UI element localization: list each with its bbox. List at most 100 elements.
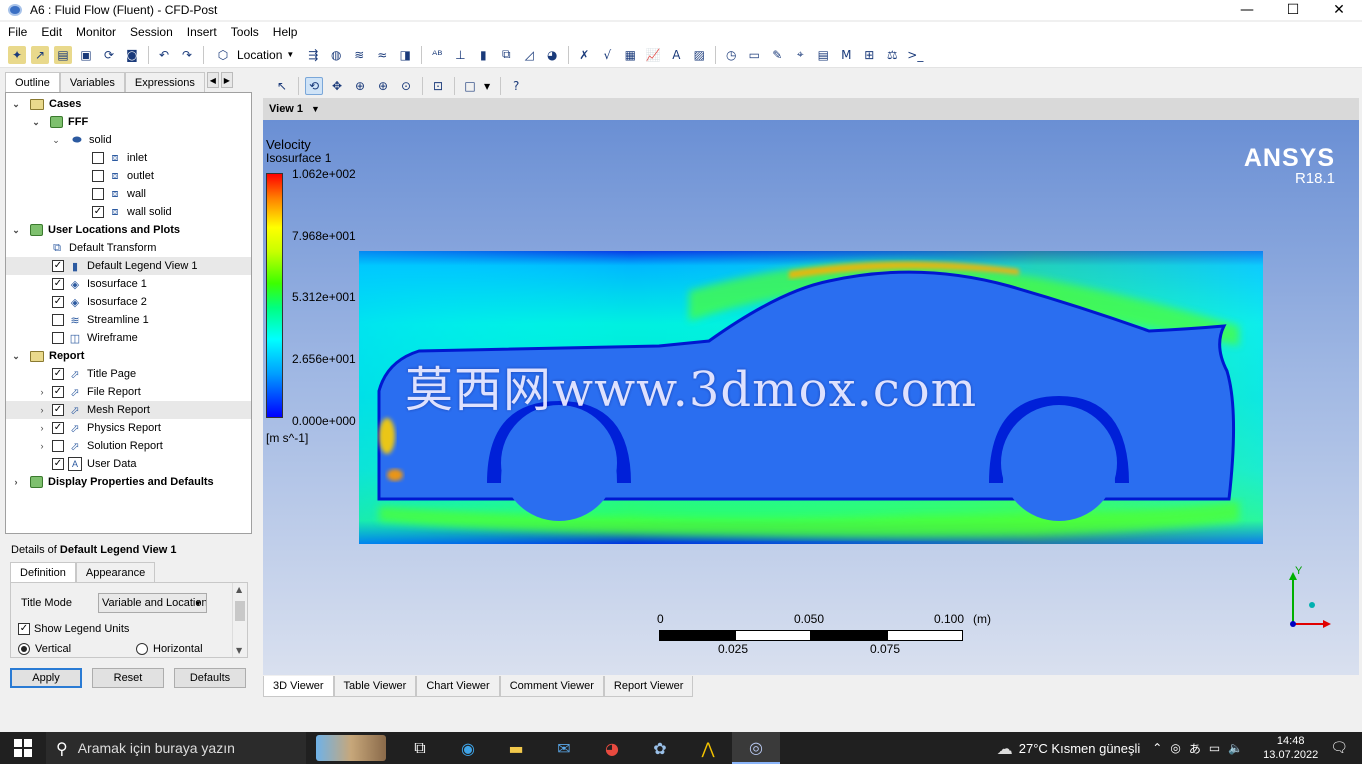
figure-icon[interactable]: ▨ [690, 46, 708, 64]
apply-button[interactable]: Apply [10, 668, 82, 688]
legend-icon[interactable]: ▮ [474, 46, 492, 64]
macro-calculator-icon[interactable]: M [837, 46, 855, 64]
chevron-right-icon[interactable]: › [10, 477, 22, 487]
screenshot-icon[interactable]: ◙ [123, 46, 141, 64]
visibility-checkbox-checked[interactable]: ✓ [52, 404, 64, 416]
redo-icon[interactable]: ↷ [178, 46, 196, 64]
animation-icon[interactable]: ▭ [745, 46, 763, 64]
search-highlight-image[interactable] [306, 732, 396, 764]
tree-item-isosurface-1[interactable]: ✓ ◈ Isosurface 1 [52, 275, 147, 293]
tab-expressions[interactable]: Expressions [124, 72, 205, 92]
tree-item-display-properties[interactable]: › Display Properties and Defaults [10, 473, 214, 491]
location-dropdown[interactable]: ⬡ Location ▼ [210, 45, 298, 65]
tab-scroll-left-icon[interactable]: ◀ [206, 72, 219, 88]
streamline-icon[interactable]: ≋ [350, 46, 368, 64]
particle-track-icon[interactable]: ≈ [373, 46, 391, 64]
load-state-icon[interactable]: ↗ [31, 45, 49, 64]
undo-icon[interactable]: ↶ [155, 46, 173, 64]
probe-icon[interactable]: ⌖ [791, 46, 809, 64]
tree-item-isosurface-2[interactable]: ✓ ◈ Isosurface 2 [52, 293, 147, 311]
task-view-icon[interactable]: ⧉ [396, 732, 444, 764]
load-results-icon[interactable]: ▤ [54, 45, 72, 64]
tab-comment-viewer[interactable]: Comment Viewer [499, 676, 604, 697]
chevron-right-icon[interactable]: › [32, 405, 52, 415]
cfd-post-taskbar-icon[interactable]: ◎ [732, 732, 780, 764]
menu-edit[interactable]: Edit [41, 25, 62, 39]
tree-item-user-data[interactable]: ✓ A User Data [52, 455, 137, 473]
visibility-checkbox-checked[interactable]: ✓ [52, 278, 64, 290]
view-selector[interactable]: View 1 ▼ [263, 98, 1359, 120]
tab-report-viewer[interactable]: Report Viewer [603, 676, 694, 697]
minimize-button[interactable]: — [1224, 0, 1270, 20]
tab-3d-viewer[interactable]: 3D Viewer [263, 676, 334, 697]
tree-item-user-locations[interactable]: ⌄ User Locations and Plots [10, 221, 180, 239]
help-icon[interactable]: ? [507, 77, 525, 95]
variable-icon[interactable]: ✗ [575, 46, 593, 64]
tree-item-wireframe[interactable]: ◫ Wireframe [52, 329, 138, 347]
clock[interactable]: 14:48 13.07.2022 [1263, 734, 1318, 762]
tree-item-solution-report[interactable]: › ⬀ Solution Report [32, 437, 163, 455]
select-icon[interactable]: ↖ [273, 77, 291, 95]
tree-item-outlet[interactable]: ⧈ outlet [92, 167, 154, 185]
function-calculator-icon[interactable]: ▤ [814, 46, 832, 64]
command-editor-icon[interactable]: >_ [906, 46, 924, 64]
visibility-checkbox-checked[interactable]: ✓ [92, 206, 104, 218]
expand-icon[interactable]: ⌄ [10, 99, 22, 110]
expand-icon[interactable]: ⌄ [50, 135, 62, 146]
chevron-right-icon[interactable]: › [32, 441, 52, 451]
visibility-checkbox[interactable] [92, 152, 104, 164]
visibility-checkbox-checked[interactable]: ✓ [52, 368, 64, 380]
coordinate-frame-icon[interactable]: ⊥ [451, 46, 469, 64]
tab-definition[interactable]: Definition [10, 562, 76, 582]
scroll-up-icon[interactable]: ▲ [236, 585, 242, 594]
menu-tools[interactable]: Tools [231, 25, 259, 39]
expand-icon[interactable]: ⌄ [10, 225, 22, 236]
new-case-icon[interactable]: ✦ [8, 45, 26, 64]
zoom-fit-icon[interactable]: ⊙ [397, 77, 415, 95]
pan-icon[interactable]: ✥ [328, 77, 346, 95]
tab-table-viewer[interactable]: Table Viewer [333, 676, 417, 697]
menu-file[interactable]: File [8, 25, 27, 39]
chart-icon[interactable]: 📈 [644, 46, 662, 64]
viewport-layout-icon[interactable]: □ [461, 77, 479, 95]
ansys-workbench-icon[interactable]: ⋀ [684, 732, 732, 764]
instance-transform-icon[interactable]: ⧉ [497, 46, 515, 64]
show-legend-units-checkbox[interactable]: ✓ [18, 623, 30, 635]
color-map-icon[interactable]: ◕ [543, 46, 561, 64]
chevron-up-icon[interactable]: ⌃ [1152, 741, 1162, 755]
tree-item-report[interactable]: ⌄ Report [10, 347, 84, 365]
refresh-icon[interactable]: ⟳ [100, 46, 118, 64]
clip-plane-icon[interactable]: ◿ [520, 46, 538, 64]
visibility-checkbox-checked[interactable]: ✓ [52, 296, 64, 308]
visibility-checkbox-checked[interactable]: ✓ [52, 422, 64, 434]
tree-item-file-report[interactable]: › ✓ ⬀ File Report [32, 383, 141, 401]
tab-variables[interactable]: Variables [59, 72, 125, 92]
menu-help[interactable]: Help [273, 25, 298, 39]
zoom-box-icon[interactable]: ⊕ [374, 77, 392, 95]
edge-icon[interactable]: ◉ [444, 732, 492, 764]
tree-item-wall-solid[interactable]: ✓ ⧈ wall solid [92, 203, 172, 221]
visibility-checkbox-checked[interactable]: ✓ [52, 386, 64, 398]
tab-appearance[interactable]: Appearance [75, 562, 156, 582]
visibility-checkbox[interactable] [52, 314, 64, 326]
visibility-checkbox[interactable] [52, 332, 64, 344]
text-icon[interactable]: ᴬᴮ [428, 46, 446, 64]
notifications-icon[interactable]: 🗨 [1330, 740, 1348, 756]
fit-view-icon[interactable]: ⊡ [429, 77, 447, 95]
details-scrollbar[interactable]: ▲ ▼ [232, 583, 247, 657]
reset-button[interactable]: Reset [92, 668, 164, 688]
title-mode-select[interactable]: Variable and Location ▼ [98, 593, 207, 613]
tab-scroll-right-icon[interactable]: ▶ [220, 72, 233, 88]
tree-item-solid[interactable]: ⌄ ⬬ solid [50, 131, 111, 149]
defaults-button[interactable]: Defaults [174, 668, 246, 688]
horizontal-radio[interactable] [136, 643, 148, 655]
network-icon[interactable]: ▭ [1209, 741, 1220, 755]
tree-item-title-page[interactable]: ✓ ⬀ Title Page [52, 365, 136, 383]
file-explorer-icon[interactable]: ▬ [492, 732, 540, 764]
paint-icon[interactable]: ✿ [636, 732, 684, 764]
chevron-right-icon[interactable]: › [32, 387, 52, 397]
save-state-icon[interactable]: ▣ [77, 46, 95, 64]
taskbar-search[interactable]: ⚲ Aramak için buraya yazın [46, 732, 306, 764]
menu-monitor[interactable]: Monitor [76, 25, 116, 39]
tree-item-fff[interactable]: ⌄ FFF [30, 113, 88, 131]
